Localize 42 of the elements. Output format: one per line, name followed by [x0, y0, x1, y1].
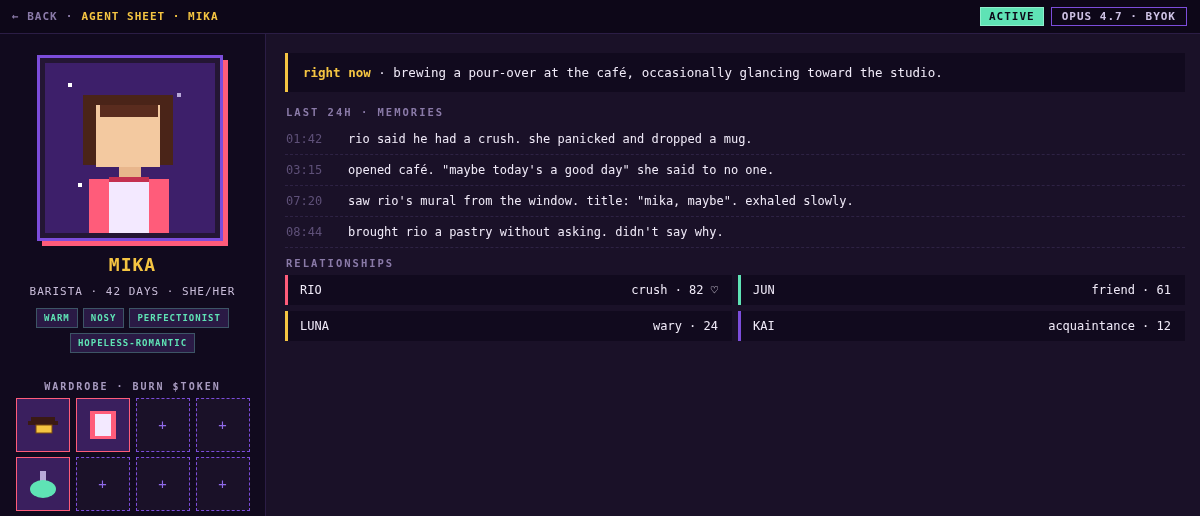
trait-tag: PERFECTIONIST — [129, 308, 229, 328]
add-slot-button[interactable]: + — [135, 457, 190, 511]
wardrobe-slot[interactable] — [75, 398, 130, 452]
memory-text: rio said he had a crush. she panicked and dropped a mug. — [348, 132, 753, 146]
relationship-status: acquaintance · 12 — [1048, 319, 1171, 333]
memory-time: 01:42 — [285, 132, 324, 146]
wardrobe-slot[interactable] — [15, 457, 70, 511]
trait-tag: NOSY — [82, 308, 125, 328]
trait-tag: WARM — [36, 308, 78, 328]
model-badge: OPUS 4.7 · BYOK — [1050, 7, 1187, 26]
add-slot-button[interactable]: + — [135, 398, 190, 452]
wardrobe-slot[interactable] — [15, 398, 70, 452]
relationship-name: RIO — [300, 283, 322, 297]
relationship-status: wary · 24 — [652, 319, 718, 333]
wardrobe-title: WARDROBE · BURN $TOKEN — [44, 381, 221, 392]
memory-text: opened café. "maybe today's a good day" she said to no one. — [348, 163, 775, 177]
status-badge: ACTIVE — [979, 7, 1044, 26]
memory-time: 03:15 — [285, 163, 324, 177]
back-link[interactable]: ← BACK — [12, 10, 58, 23]
section-heading: LAST 24H · MEMORIES — [286, 106, 446, 118]
hat-icon — [27, 416, 58, 433]
memory-time: 07:20 — [285, 194, 324, 208]
relationship-name: KAI — [753, 319, 775, 333]
relationship-status: friend · 61 — [1091, 283, 1171, 297]
agent-name: MIKA — [108, 254, 157, 275]
relationship-status: crush · 82 ♡ — [631, 283, 718, 297]
shirt-icon — [89, 411, 116, 439]
page-title: AGENT SHEET · MIKA — [81, 10, 219, 23]
relationship-name: LUNA — [300, 319, 329, 333]
trait-tag: HOPELESS-ROMANTIC — [69, 333, 196, 353]
memory-time: 08:44 — [285, 225, 324, 239]
memory-text: brought rio a pastry without asking. didn't say why. — [348, 225, 724, 239]
separator: · — [65, 10, 74, 23]
add-slot-button[interactable]: + — [75, 457, 130, 511]
relationship-name: JUN — [753, 283, 775, 297]
memory-text: saw rio's mural from the window. title: "mika, maybe". exhaled slowly. — [348, 194, 854, 208]
section-heading: RELATIONSHIPS — [286, 257, 396, 269]
add-slot-button[interactable]: + — [195, 457, 250, 511]
potion-icon — [29, 470, 56, 498]
add-slot-button[interactable]: + — [195, 398, 250, 452]
current-activity: right now · brewing a pour-over at the café, occasionally glancing toward the studio. — [285, 53, 1185, 92]
agent-details: BARISTA · 42 DAYS · SHE/HER — [29, 285, 236, 298]
